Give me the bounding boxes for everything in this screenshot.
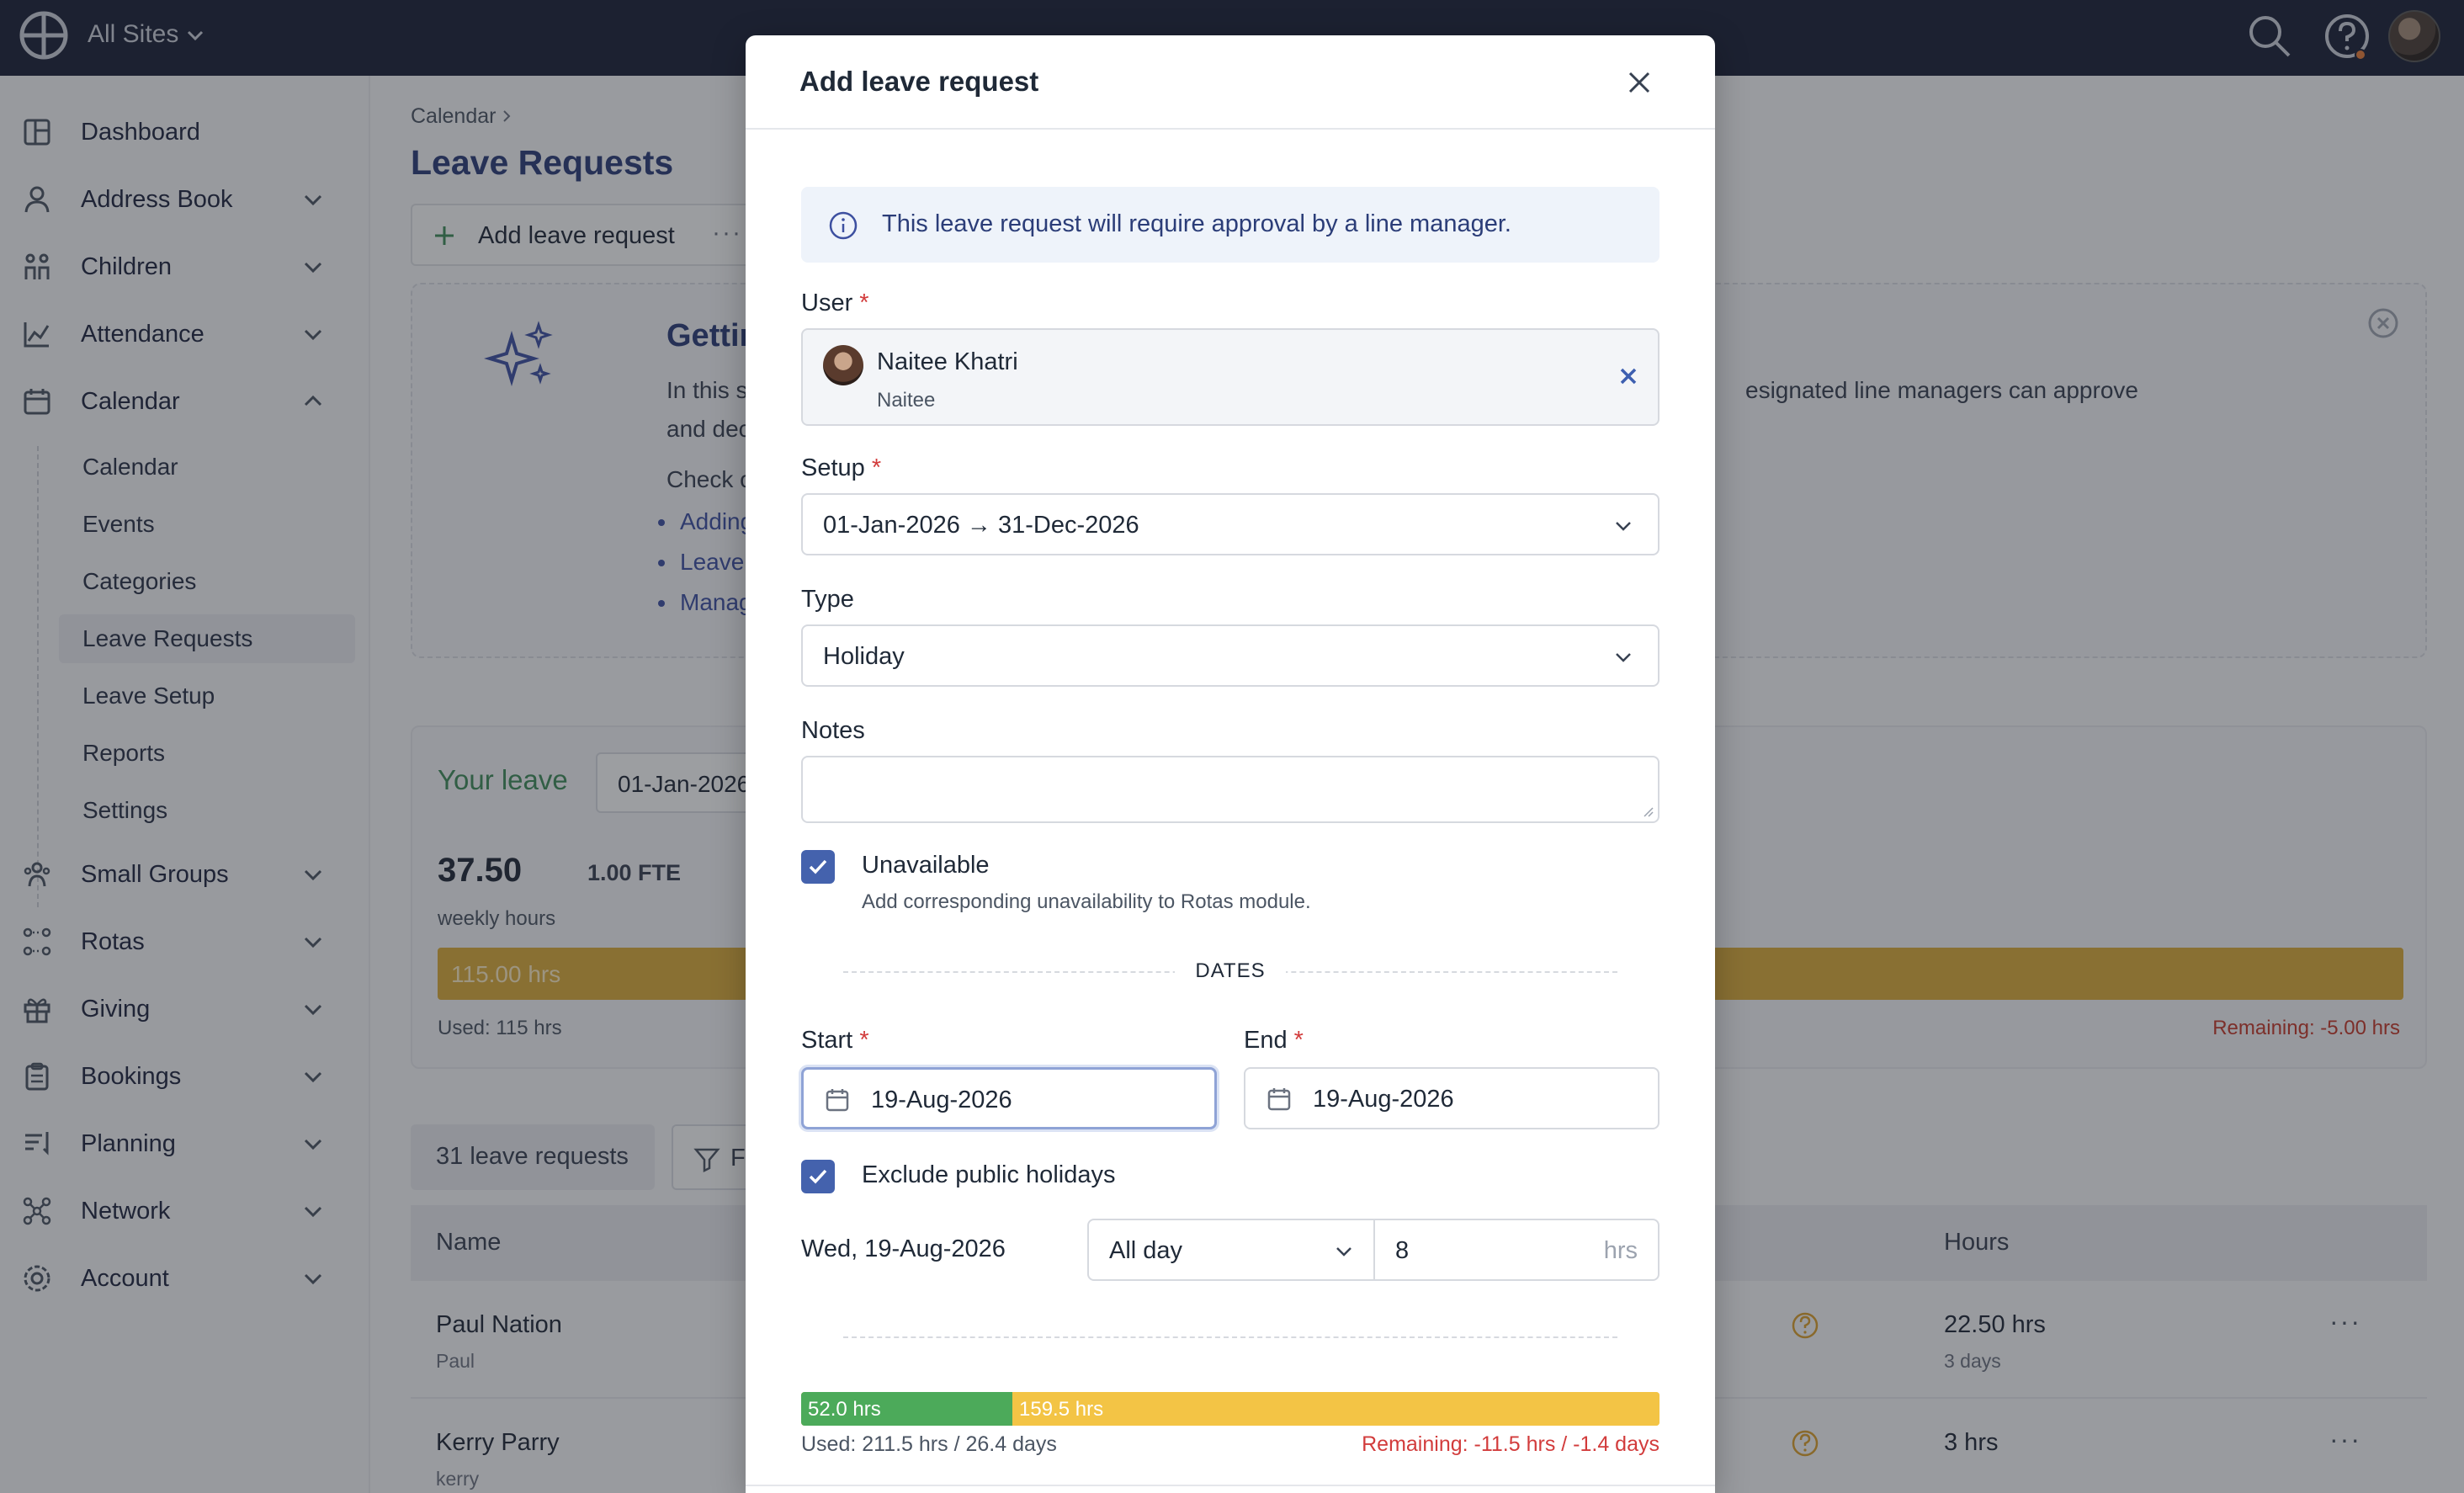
dialog-title: Add leave request — [799, 66, 1039, 97]
selected-user-name: Naitee Khatri — [877, 348, 1018, 375]
unavailable-help-text: Add corresponding unavailability to Rota… — [862, 890, 1311, 913]
allocation-pending-text: 159.5 hrs — [1019, 1398, 1104, 1421]
end-date-input[interactable]: 19-Aug-2026 — [1244, 1067, 1659, 1129]
checkmark-icon — [809, 859, 827, 874]
day-row-label: Wed, 19-Aug-2026 — [801, 1235, 1006, 1262]
setup-value: 01-Jan-2026 → 31-Dec-2026 — [823, 512, 1139, 539]
allocation-pending-segment — [1012, 1392, 1659, 1426]
user-field[interactable]: Naitee Khatri Naitee — [801, 328, 1659, 426]
unavailable-checkbox[interactable] — [801, 850, 835, 884]
allocation-remaining-summary: Remaining: -11.5 hrs / -1.4 days — [1362, 1432, 1659, 1456]
add-leave-request-dialog: Add leave request This leave request wil… — [746, 35, 1715, 1493]
start-field-label: Start * — [801, 1027, 869, 1054]
type-field-label: Type — [801, 586, 854, 613]
end-date-value: 19-Aug-2026 — [1313, 1086, 1454, 1113]
day-hours-input[interactable]: 8 hrs — [1373, 1219, 1659, 1281]
setup-select[interactable]: 01-Jan-2026 → 31-Dec-2026 — [801, 493, 1659, 555]
allocation-used-text: 52.0 hrs — [808, 1398, 881, 1421]
start-date-input[interactable]: 19-Aug-2026 — [801, 1067, 1217, 1129]
chevron-down-icon — [1616, 653, 1631, 662]
day-duration-select[interactable]: All day — [1087, 1219, 1375, 1281]
chevron-down-icon — [1336, 1247, 1351, 1257]
allocation-used-summary: Used: 211.5 hrs / 26.4 days — [801, 1432, 1057, 1456]
approval-info-text: This leave request will require approval… — [882, 210, 1511, 237]
info-icon — [829, 211, 858, 240]
clear-user-icon[interactable] — [1616, 364, 1641, 389]
type-select[interactable]: Holiday — [801, 624, 1659, 687]
unavailable-label[interactable]: Unavailable — [862, 852, 990, 879]
dialog-header: Add leave request — [746, 35, 1715, 130]
approval-info-alert: This leave request will require approval… — [801, 187, 1659, 263]
allocation-divider-line — [843, 1336, 1617, 1338]
chevron-down-icon — [1616, 522, 1631, 531]
close-icon[interactable] — [1622, 66, 1656, 99]
setup-field-label: Setup * — [801, 454, 882, 481]
exclude-holidays-checkbox[interactable] — [801, 1160, 835, 1193]
user-field-label: User * — [801, 290, 869, 316]
allocation-bar: 52.0 hrs 159.5 hrs — [801, 1392, 1659, 1426]
day-hours-value: 8 — [1395, 1237, 1410, 1264]
user-avatar — [823, 345, 863, 385]
resize-grip-icon[interactable] — [1643, 806, 1654, 818]
start-date-value: 19-Aug-2026 — [871, 1087, 1012, 1113]
calendar-icon — [826, 1089, 849, 1112]
day-hours-unit: hrs — [1603, 1237, 1638, 1264]
notes-textarea[interactable] — [801, 756, 1659, 823]
dates-section-label: DATES — [1175, 959, 1286, 983]
dialog-footer-divider — [746, 1485, 1715, 1486]
day-duration-value: All day — [1109, 1237, 1183, 1264]
exclude-holidays-label[interactable]: Exclude public holidays — [862, 1161, 1115, 1189]
type-value: Holiday — [823, 643, 905, 670]
end-field-label: End * — [1244, 1027, 1304, 1054]
selected-user-username: Naitee — [877, 389, 936, 412]
checkmark-icon — [809, 1169, 827, 1184]
calendar-icon — [1267, 1088, 1291, 1111]
notes-field-label: Notes — [801, 717, 865, 744]
